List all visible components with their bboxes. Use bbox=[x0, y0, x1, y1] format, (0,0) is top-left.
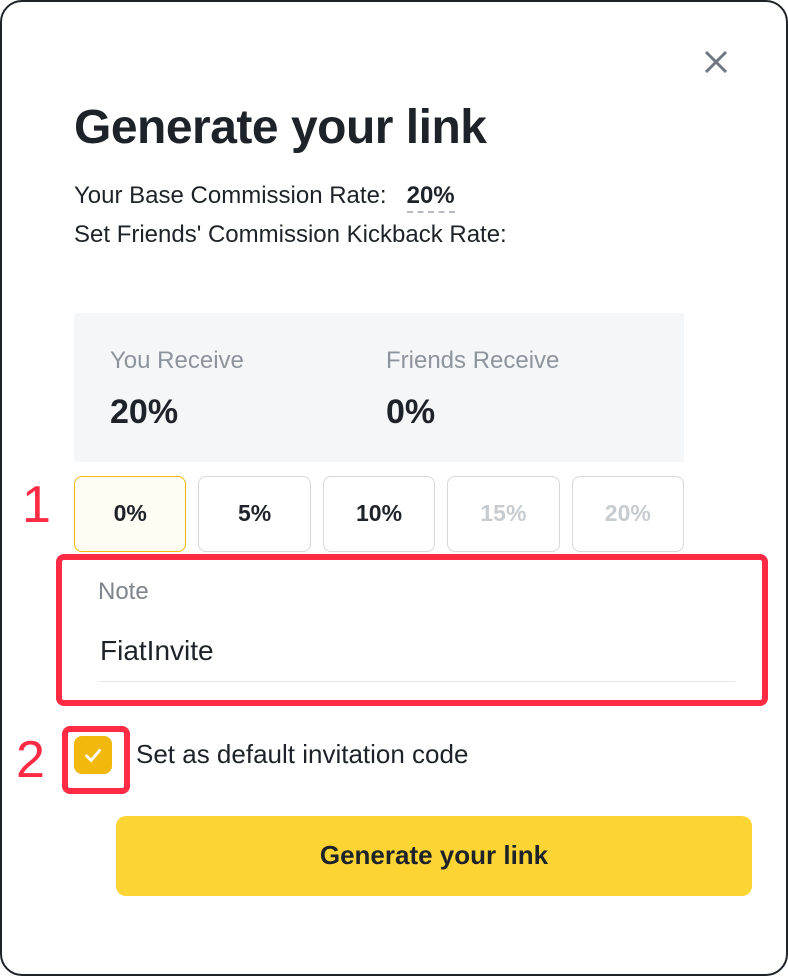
annotation-number-1: 1 bbox=[22, 475, 51, 535]
option-20pct[interactable]: 20% bbox=[572, 476, 684, 552]
annotation-number-2: 2 bbox=[16, 730, 45, 790]
base-rate-line: Your Base Commission Rate: 20% bbox=[74, 179, 714, 214]
base-rate-value: 20% bbox=[407, 182, 455, 213]
modal-title: Generate your link bbox=[74, 100, 714, 155]
generate-link-button[interactable]: Generate your link bbox=[116, 816, 752, 896]
option-15pct[interactable]: 15% bbox=[447, 476, 559, 552]
friends-receive-label: Friends Receive bbox=[386, 347, 662, 375]
default-checkbox-label: Set as default invitation code bbox=[136, 739, 468, 770]
close-button[interactable] bbox=[694, 40, 738, 84]
kickback-rate-label: Set Friends' Commission Kickback Rate: bbox=[74, 218, 714, 253]
you-receive-col: You Receive 20% bbox=[110, 347, 386, 432]
kickback-options: 0% 5% 10% 15% 20% bbox=[74, 476, 684, 552]
friends-receive-value: 0% bbox=[386, 393, 662, 432]
check-icon bbox=[82, 744, 104, 766]
note-field-group: Note bbox=[74, 552, 759, 700]
base-rate-label: Your Base Commission Rate: bbox=[74, 182, 387, 209]
close-icon bbox=[701, 47, 731, 77]
option-5pct[interactable]: 5% bbox=[198, 476, 310, 552]
you-receive-label: You Receive bbox=[110, 347, 386, 375]
receive-summary-box: You Receive 20% Friends Receive 0% bbox=[74, 313, 684, 462]
generate-link-modal: Generate your link Your Base Commission … bbox=[0, 0, 788, 976]
default-code-row: Set as default invitation code bbox=[74, 736, 714, 774]
note-input[interactable] bbox=[98, 634, 735, 682]
note-label: Note bbox=[98, 578, 735, 606]
friends-receive-col: Friends Receive 0% bbox=[386, 347, 662, 432]
option-10pct[interactable]: 10% bbox=[323, 476, 435, 552]
you-receive-value: 20% bbox=[110, 393, 386, 432]
option-0pct[interactable]: 0% bbox=[74, 476, 186, 552]
default-checkbox[interactable] bbox=[74, 736, 112, 774]
